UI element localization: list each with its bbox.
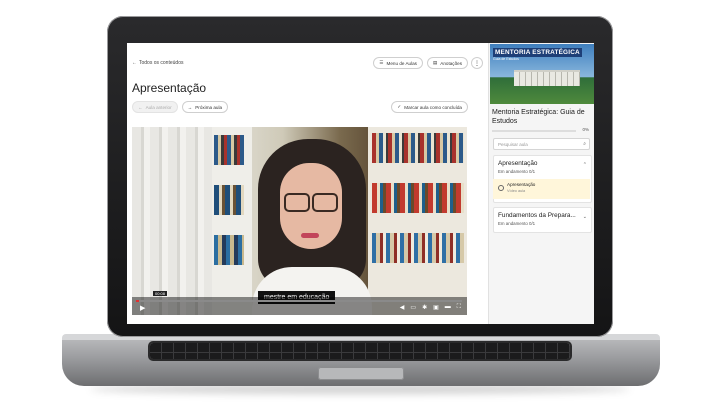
notes-button[interactable]: ▤ Anotações: [426, 57, 468, 69]
video-time: 00:08: [153, 291, 168, 296]
previous-lesson-label: Aula anterior: [145, 104, 172, 110]
video-controls: 00:08 ▶ ◀ ▭ ✱ ▣ ▬ ⛶: [132, 291, 467, 315]
lessons-menu-button[interactable]: ☰ Menu de Aulas: [373, 57, 423, 69]
page-title: Apresentação: [132, 81, 207, 95]
previous-lesson-button[interactable]: ← Aula anterior: [132, 101, 178, 113]
presenter-glasses: [284, 193, 338, 212]
volume-icon[interactable]: ◀: [400, 304, 405, 311]
search-input[interactable]: Pesquisar aula ⌕: [493, 138, 590, 150]
video-player[interactable]: mestre em educação 00:08 ▶ ◀ ▭ ✱ ▣ ▬ ⛶: [132, 127, 467, 315]
background-curtain: [132, 127, 212, 315]
lesson-nav: ← Aula anterior → Próxima aula: [132, 101, 229, 113]
bookshelf-books: [214, 135, 244, 165]
bookshelf-books: [372, 133, 464, 163]
module-status: Em andamento 0/1: [498, 221, 536, 226]
module-title: Fundamentos da Prepara...: [498, 212, 576, 219]
module-status: Em andamento 0/1: [498, 169, 536, 174]
course-progress-percent: 0%: [582, 127, 589, 132]
back-to-contents-link[interactable]: ← Todos os conteúdos: [132, 60, 183, 66]
check-icon: ✓: [397, 104, 402, 109]
course-title: Mentoria Estratégica: Guia de Estudos: [492, 109, 585, 125]
module-card[interactable]: Fundamentos da Prepara... Em andamento 0…: [493, 207, 592, 233]
bookshelf-books: [372, 183, 464, 213]
lesson-type: Vídeo aula: [507, 189, 526, 193]
next-lesson-label: Próxima aula: [195, 104, 223, 110]
chevron-down-icon[interactable]: ⌄: [583, 214, 587, 220]
captions-icon[interactable]: ▭: [410, 304, 416, 311]
notes-icon: ▤: [432, 60, 438, 65]
video-progress-fill: [136, 300, 140, 302]
presenter: [250, 135, 372, 315]
bookshelf-books: [214, 235, 244, 265]
chevron-up-icon[interactable]: ⌃: [583, 162, 587, 168]
lessons-menu-label: Menu de Aulas: [386, 60, 417, 66]
search-placeholder: Pesquisar aula: [498, 142, 528, 147]
notes-label: Anotações: [440, 60, 462, 66]
play-icon[interactable]: ▶: [140, 304, 145, 312]
radio-icon: [498, 185, 504, 191]
course-sidebar: MENTORIA ESTRATÉGICA Guia de Estudos Men…: [488, 43, 594, 324]
laptop-trackpad: [318, 367, 404, 380]
next-lesson-button[interactable]: → Próxima aula: [181, 101, 229, 113]
keyboard-row-divider: [150, 352, 570, 353]
kebab-icon[interactable]: ⋮: [471, 57, 483, 69]
mark-complete-button[interactable]: ✓ Marcar aula como concluída: [391, 101, 468, 113]
arrow-right-icon: →: [187, 104, 193, 110]
course-progress-bar: [492, 130, 576, 132]
bookshelf-books: [214, 185, 244, 215]
lesson-title: Apresentação: [507, 182, 536, 187]
building-image: [514, 70, 580, 86]
miniplayer-icon[interactable]: ▣: [433, 304, 439, 311]
lesson-main: ← Todos os conteúdos ☰ Menu de Aulas ▤ Anot…: [127, 43, 488, 324]
settings-icon[interactable]: ✱: [422, 304, 427, 311]
search-icon: ⌕: [583, 141, 586, 147]
list-icon: ☰: [379, 60, 384, 65]
arrow-left-icon: ←: [132, 60, 137, 66]
thumbnail-subtitle: Guia de Estudos: [493, 57, 519, 61]
bookshelf-books: [372, 233, 464, 263]
top-toolbar: ☰ Menu de Aulas ▤ Anotações: [373, 57, 468, 69]
lesson-item[interactable]: Apresentação Vídeo aula: [493, 179, 590, 199]
arrow-left-icon: ←: [138, 104, 143, 110]
mark-complete-label: Marcar aula como concluída: [404, 104, 462, 110]
video-progress-bar[interactable]: [136, 300, 462, 302]
course-thumbnail: MENTORIA ESTRATÉGICA Guia de Estudos: [490, 44, 594, 104]
module-title: Apresentação: [498, 160, 538, 167]
thumbnail-title: MENTORIA ESTRATÉGICA: [493, 48, 582, 57]
fullscreen-icon[interactable]: ⛶: [457, 304, 461, 311]
theater-icon[interactable]: ▬: [445, 304, 451, 311]
video-control-icons: ◀ ▭ ✱ ▣ ▬ ⛶: [400, 304, 461, 311]
back-link-label: Todos os conteúdos: [139, 60, 184, 66]
presenter-lips: [301, 233, 319, 238]
laptop-keyboard: [150, 343, 570, 359]
laptop-screen: ← Todos os conteúdos ☰ Menu de Aulas ▤ Anot…: [127, 43, 594, 324]
